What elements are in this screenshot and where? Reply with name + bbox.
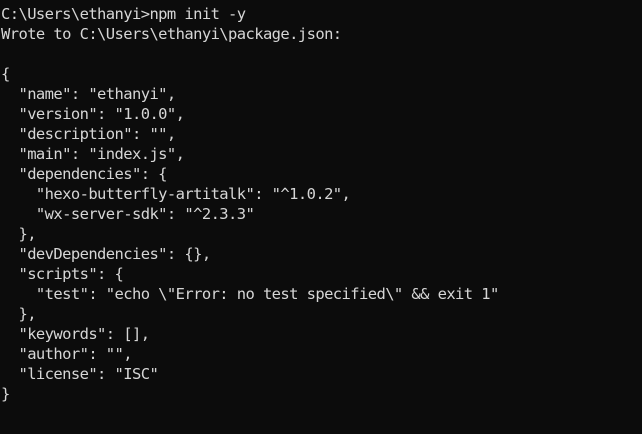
- terminal-line: {: [1, 65, 10, 83]
- terminal-line: "description": "",: [1, 125, 176, 143]
- terminal-line: "main": "index.js",: [1, 145, 185, 163]
- terminal-output: C:\Users\ethanyi>npm init -y Wrote to C:…: [1, 4, 499, 404]
- terminal-line: "author": "",: [1, 345, 132, 363]
- terminal-line: "dependencies": {: [1, 165, 167, 183]
- terminal-line: "license": "ISC": [1, 365, 159, 383]
- terminal-line: }: [1, 385, 10, 403]
- terminal-line: "hexo-butterfly-artitalk": "^1.0.2",: [1, 185, 351, 203]
- terminal-line: "keywords": [],: [1, 325, 150, 343]
- terminal-line: Wrote to C:\Users\ethanyi\package.json:: [1, 25, 342, 43]
- terminal-window[interactable]: C:\Users\ethanyi>npm init -y Wrote to C:…: [0, 0, 642, 434]
- terminal-line: "scripts": {: [1, 265, 124, 283]
- terminal-line: "version": "1.0.0",: [1, 105, 185, 123]
- terminal-line-command: C:\Users\ethanyi>npm init -y: [1, 5, 246, 23]
- terminal-line: },: [1, 305, 36, 323]
- terminal-line: "test": "echo \"Error: no test specified…: [1, 285, 499, 303]
- terminal-line: "name": "ethanyi",: [1, 85, 176, 103]
- terminal-line: "devDependencies": {},: [1, 245, 211, 263]
- terminal-line: },: [1, 225, 36, 243]
- terminal-line: "wx-server-sdk": "^2.3.3": [1, 205, 255, 223]
